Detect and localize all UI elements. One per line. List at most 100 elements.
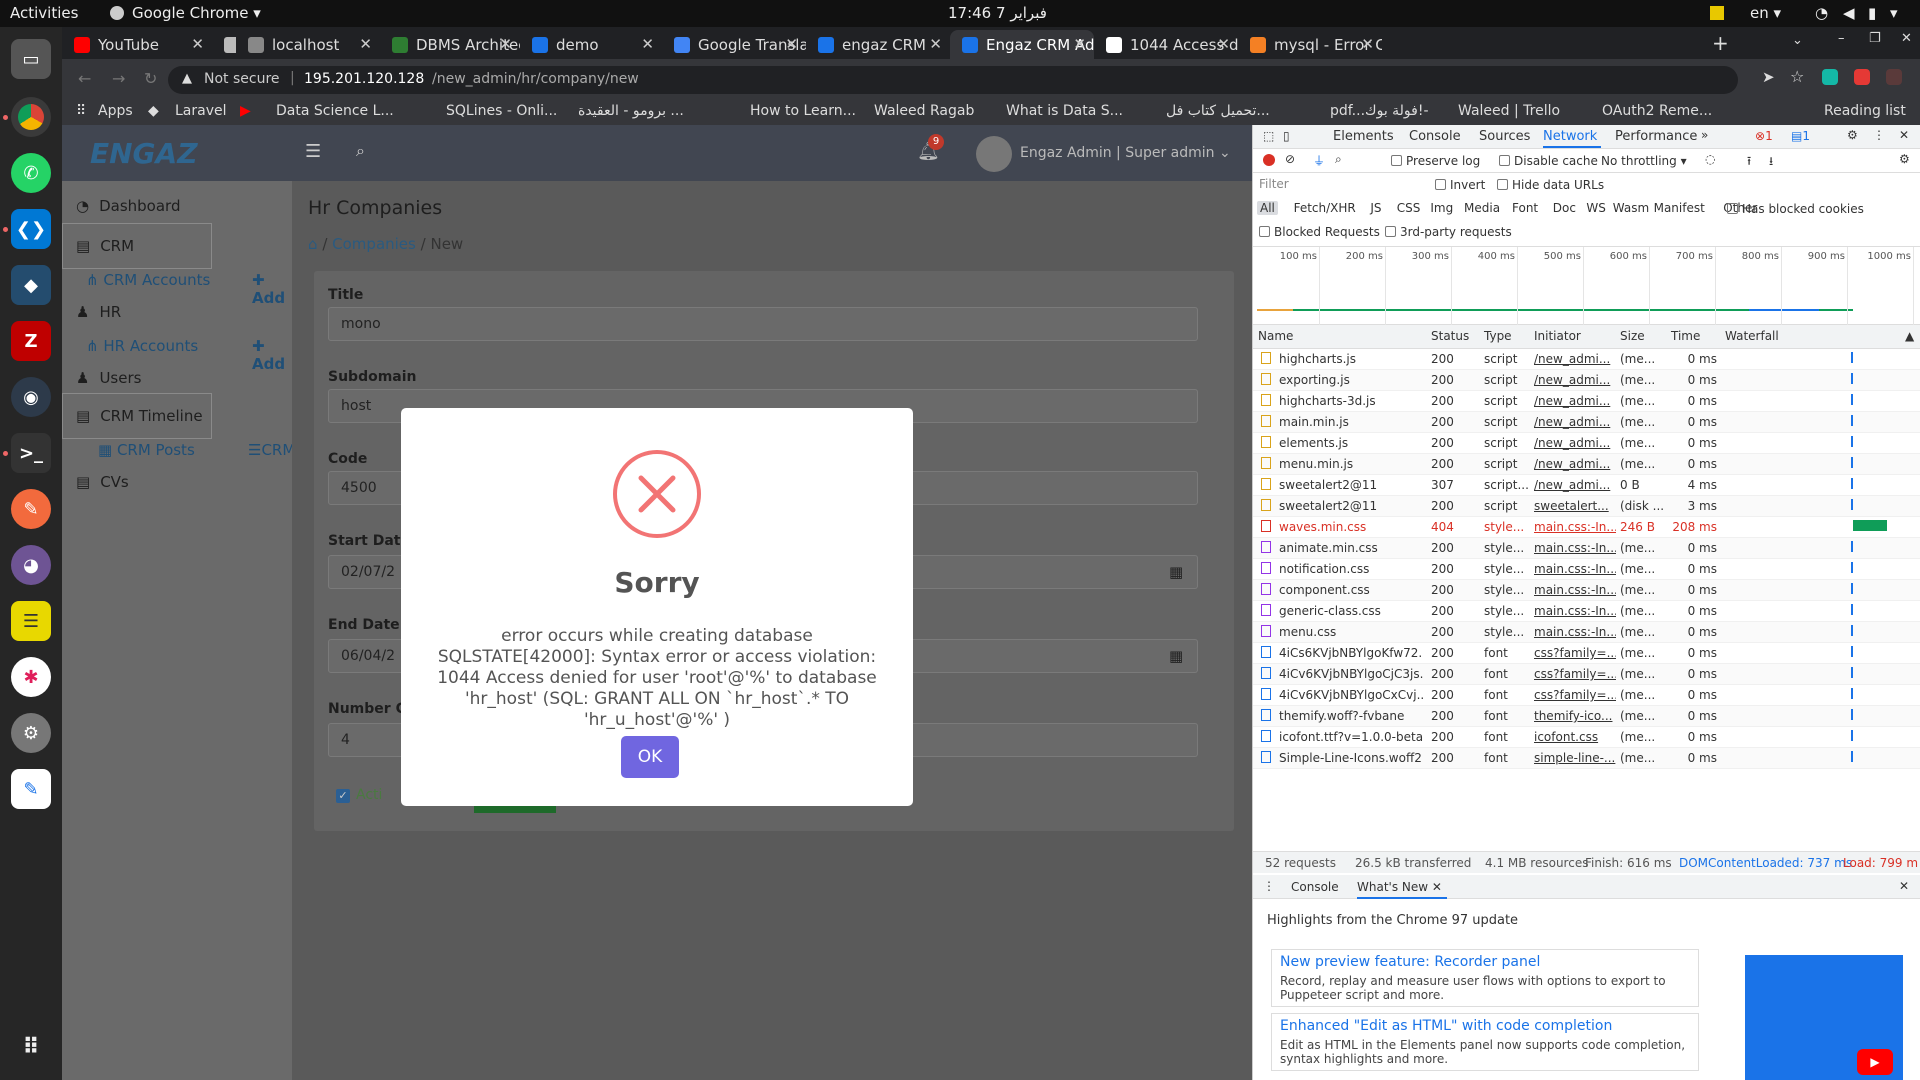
- type-filter-css[interactable]: CSS: [1394, 201, 1424, 215]
- forward-icon[interactable]: →: [112, 69, 125, 88]
- message-count[interactable]: ▤1: [1791, 129, 1810, 143]
- clock[interactable]: 17:46 7 فبراير: [948, 4, 1047, 22]
- close-tab-icon[interactable]: ✕: [191, 35, 204, 53]
- browser-tab[interactable]: localhost ✕: [236, 30, 380, 59]
- whats-new-title[interactable]: Enhanced "Edit as HTML" with code comple…: [1280, 1018, 1612, 1034]
- request-row[interactable]: sweetalert2@11 307 script... /new_admi... 0 …: [1253, 475, 1920, 496]
- network-conditions-icon[interactable]: ◌: [1705, 152, 1715, 166]
- battery-icon[interactable]: ▮: [1868, 4, 1876, 22]
- extension-icon[interactable]: [1822, 69, 1838, 85]
- back-icon[interactable]: ←: [78, 69, 91, 88]
- request-row[interactable]: notification.css 200 style... main.css:-In.…: [1253, 559, 1920, 580]
- request-row[interactable]: waves.min.css 404 style... main.css:-In... 2…: [1253, 517, 1920, 538]
- request-row[interactable]: sweetalert2@11 200 script sweetalert... (dis…: [1253, 496, 1920, 517]
- devtools-tab-sources[interactable]: Sources: [1479, 129, 1530, 144]
- cell-initiator[interactable]: sweetalert...: [1534, 499, 1616, 513]
- network-overview-timeline[interactable]: 100 ms 200 ms 300 ms 400 ms 500 ms 600 ms 700 …: [1253, 247, 1920, 327]
- close-window-button[interactable]: ✕: [1901, 31, 1912, 46]
- bookmark-item[interactable]: pdf...فولة بوك!-: [1330, 103, 1429, 119]
- request-row[interactable]: elements.js 200 script/new_admi... (me... 0 …: [1253, 433, 1920, 454]
- more-tabs-icon[interactable]: »: [1701, 128, 1708, 142]
- type-filter-fetchxhr[interactable]: Fetch/XHR: [1291, 201, 1359, 215]
- cell-initiator[interactable]: /new_admi...: [1534, 373, 1616, 387]
- column-size[interactable]: Size: [1620, 329, 1645, 343]
- github-icon[interactable]: ◕: [11, 545, 51, 585]
- request-row[interactable]: component.css 200 style... main.css:-In... (…: [1253, 580, 1920, 601]
- bookmark-item[interactable]: Laravel: [175, 103, 227, 119]
- hide-data-urls-checkbox[interactable]: Hide data URLs: [1497, 178, 1604, 192]
- warning-icon[interactable]: ▲: [182, 71, 192, 86]
- notes-indicator-icon[interactable]: [1710, 6, 1724, 20]
- close-tab-icon[interactable]: ✕: [1073, 35, 1086, 53]
- error-count[interactable]: ⊗1: [1755, 129, 1773, 143]
- whats-new-card[interactable]: New preview feature: Recorder panel Reco…: [1271, 949, 1699, 1007]
- bookmark-item[interactable]: How to Learn...: [750, 103, 856, 119]
- show-applications-icon[interactable]: ⠿: [11, 1027, 51, 1067]
- type-filter-js[interactable]: JS: [1367, 201, 1384, 215]
- device-toggle-icon[interactable]: ▯: [1283, 129, 1290, 143]
- browser-tab[interactable]: demo ✕: [520, 30, 662, 59]
- throttling-select[interactable]: No throttling ▾: [1601, 154, 1687, 168]
- devtools-tab-performance[interactable]: Performance: [1615, 129, 1697, 144]
- bookmark-item[interactable]: برومو - العقيدة ...: [578, 103, 684, 119]
- type-filter-manifest[interactable]: Manifest: [1651, 201, 1708, 215]
- request-row[interactable]: 4iCv6KVjbNBYlgoCxCvj... 200 font css?family…: [1253, 685, 1920, 706]
- bookmark-item[interactable]: OAuth2 Reme...: [1602, 103, 1712, 119]
- request-row[interactable]: animate.min.css 200 style... main.css:-In..…: [1253, 538, 1920, 559]
- cell-initiator[interactable]: /new_admi...: [1534, 415, 1616, 429]
- request-row[interactable]: themify.woff?-fvbane 200 font themify-ico..…: [1253, 706, 1920, 727]
- cell-initiator[interactable]: /new_admi...: [1534, 394, 1616, 408]
- request-row[interactable]: icofont.ttf?v=1.0.0-beta 200 font icofont.c…: [1253, 727, 1920, 748]
- chrome-icon[interactable]: [11, 97, 51, 137]
- bookmark-item[interactable]: Waleed Ragab: [874, 103, 974, 119]
- vscode-icon[interactable]: ❮❯: [11, 209, 51, 249]
- close-tab-icon[interactable]: ✕: [929, 35, 942, 53]
- app-menu[interactable]: Google Chrome ▾: [132, 4, 261, 22]
- close-devtools-icon[interactable]: ✕: [1899, 128, 1909, 142]
- reload-icon[interactable]: ↻: [144, 69, 157, 88]
- maximize-button[interactable]: ❐: [1869, 31, 1881, 46]
- blocked-requests-checkbox[interactable]: Blocked Requests: [1259, 225, 1380, 239]
- close-tab-icon[interactable]: ✕: [1217, 35, 1230, 53]
- more-options-icon[interactable]: ⋮: [1873, 128, 1885, 142]
- tab-search-chevron-icon[interactable]: ⌄: [1792, 33, 1803, 48]
- request-row[interactable]: highcharts.js 200 script/new_admi... (me...…: [1253, 349, 1920, 370]
- request-row[interactable]: 4iCs6KVjbNBYlgoKfw72... 200 font css?family…: [1253, 643, 1920, 664]
- filter-input[interactable]: Filter: [1259, 177, 1289, 191]
- apps-grid-icon[interactable]: ⠿: [76, 103, 86, 119]
- devtools-tab-elements[interactable]: Elements: [1333, 129, 1394, 144]
- browser-tab[interactable]: [212, 30, 236, 59]
- type-filter-ws[interactable]: WS: [1583, 201, 1608, 215]
- settings-icon[interactable]: ⚙: [11, 713, 51, 753]
- reading-list-button[interactable]: Reading list: [1824, 103, 1906, 119]
- preserve-log-checkbox[interactable]: Preserve log: [1391, 154, 1480, 168]
- slack-icon[interactable]: ✱: [11, 657, 51, 697]
- drawer-menu-icon[interactable]: ⋮: [1263, 879, 1275, 893]
- drawer-tab-console[interactable]: Console: [1291, 880, 1339, 894]
- files-icon[interactable]: ▭: [11, 39, 51, 79]
- clear-icon[interactable]: ⊘: [1285, 152, 1295, 166]
- bookmark-item[interactable]: Waleed | Trello: [1458, 103, 1560, 119]
- request-row[interactable]: menu.min.js 200 script/new_admi... (me... 0 …: [1253, 454, 1920, 475]
- drawer-tab-whats-new[interactable]: What's New ✕: [1357, 880, 1442, 894]
- ok-button[interactable]: OK: [621, 736, 679, 778]
- invert-checkbox[interactable]: Invert: [1435, 178, 1485, 192]
- import-icon[interactable]: ⭱: [1747, 152, 1751, 173]
- bookmark-item[interactable]: SQLines - Onli...: [446, 103, 557, 119]
- request-row[interactable]: Simple-Line-Icons.woff2... 200 font simple-…: [1253, 748, 1920, 769]
- chat-app-icon[interactable]: ◉: [11, 377, 51, 417]
- whats-new-card[interactable]: Enhanced "Edit as HTML" with code comple…: [1271, 1013, 1699, 1071]
- video-play-icon[interactable]: ▶: [1857, 1049, 1893, 1075]
- whats-new-video-thumbnail[interactable]: ▶: [1745, 955, 1903, 1080]
- cell-initiator[interactable]: main.css:-In...: [1534, 520, 1616, 534]
- devtools-tab-network[interactable]: Network: [1543, 129, 1597, 144]
- browser-tab[interactable]: DBMS Architecture✕: [380, 30, 520, 59]
- cell-initiator[interactable]: /new_admi...: [1534, 436, 1616, 450]
- bookmark-star-icon[interactable]: ☆: [1790, 67, 1804, 86]
- column-status[interactable]: Status: [1431, 329, 1469, 343]
- cell-initiator[interactable]: /new_admi...: [1534, 478, 1616, 492]
- cell-initiator[interactable]: css?family=...: [1534, 688, 1616, 702]
- cell-initiator[interactable]: main.css:-In...: [1534, 604, 1616, 618]
- request-row[interactable]: exporting.js 200 script/new_admi... (me... 0…: [1253, 370, 1920, 391]
- request-row[interactable]: main.min.js 200 script/new_admi... (me... 0 …: [1253, 412, 1920, 433]
